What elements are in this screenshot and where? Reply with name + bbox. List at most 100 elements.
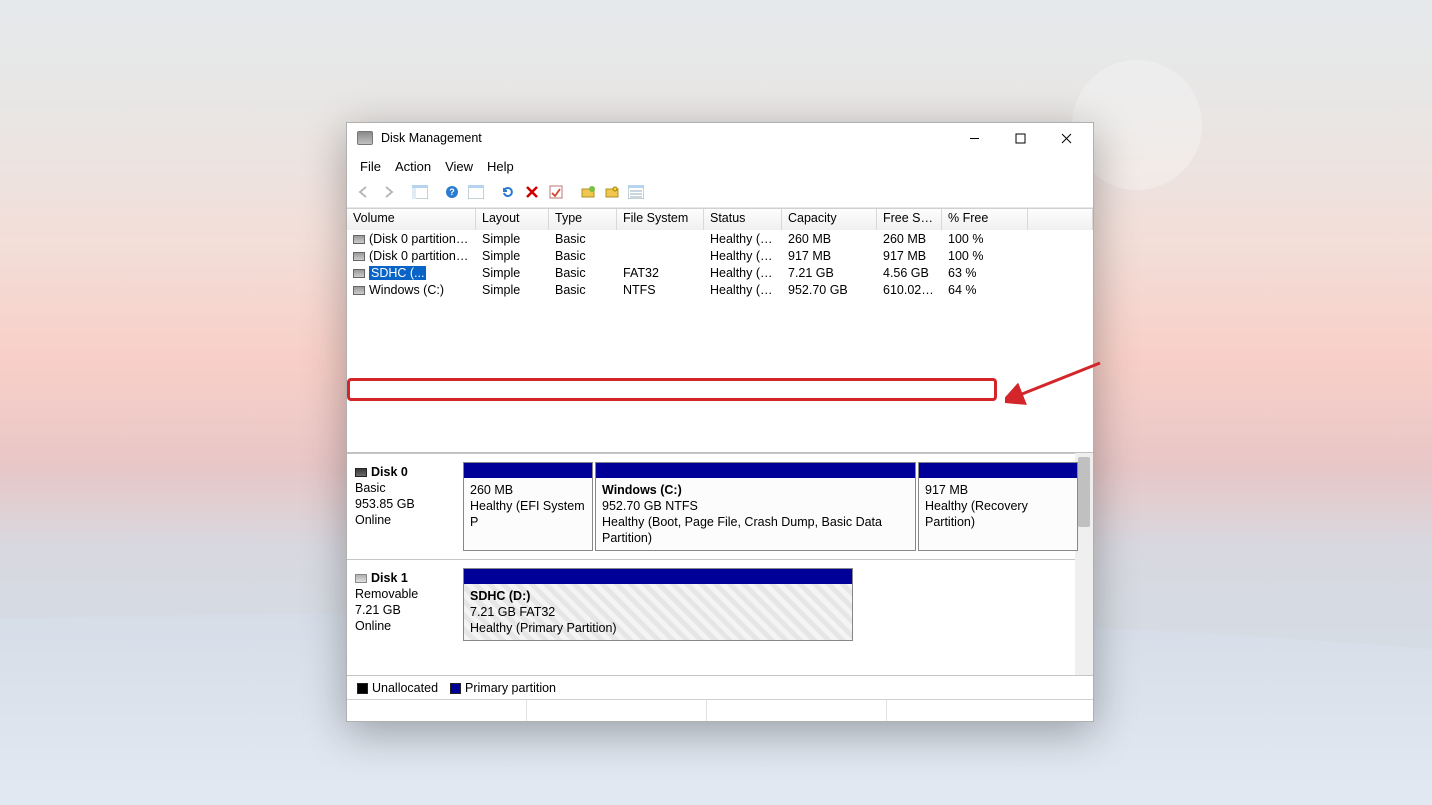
volume-name: Windows (C:)	[369, 283, 444, 297]
partition-status: Healthy (Boot, Page File, Crash Dump, Ba…	[602, 514, 909, 546]
volume-name: (Disk 0 partition 4)	[369, 249, 470, 263]
cell-layout: Simple	[476, 232, 549, 246]
cell-type: Basic	[549, 232, 617, 246]
menu-help[interactable]: Help	[480, 155, 521, 178]
maximize-button[interactable]	[997, 123, 1043, 153]
cell-layout: Simple	[476, 249, 549, 263]
col-status[interactable]: Status	[704, 209, 782, 230]
minimize-button[interactable]	[951, 123, 997, 153]
col-pctfree[interactable]: % Free	[942, 209, 1028, 230]
volume-list-header: Volume Layout Type File System Status Ca…	[347, 208, 1093, 230]
legend: Unallocated Primary partition	[347, 675, 1093, 699]
cell-type: Basic	[549, 266, 617, 280]
cell-layout: Simple	[476, 266, 549, 280]
legend-primary: Primary partition	[450, 681, 556, 695]
partition[interactable]: 260 MBHealthy (EFI System P	[463, 462, 593, 551]
drive-icon	[353, 252, 365, 261]
menu-view[interactable]: View	[438, 155, 480, 178]
col-filesystem[interactable]: File System	[617, 209, 704, 230]
swatch-unallocated-icon	[357, 683, 368, 694]
cell-free: 917 MB	[877, 249, 942, 263]
partition-size: 7.21 GB FAT32	[470, 604, 846, 620]
partitions: 260 MBHealthy (EFI System PWindows (C:)9…	[463, 462, 1087, 551]
partition-size: 260 MB	[470, 482, 586, 498]
toolbar-settings[interactable]	[465, 182, 487, 202]
titlebar[interactable]: Disk Management	[347, 123, 1093, 153]
partition-stripe	[919, 463, 1077, 478]
disk-info: Disk 1Removable7.21 GBOnline	[353, 568, 463, 641]
partition-status: Healthy (Recovery Partition)	[925, 498, 1071, 530]
drive-icon	[353, 286, 365, 295]
cell-layout: Simple	[476, 283, 549, 297]
toolbar-folder-new[interactable]	[577, 182, 599, 202]
volume-row[interactable]: Windows (C:)SimpleBasicNTFSHealthy (B...…	[347, 281, 1093, 298]
menu-action[interactable]: Action	[388, 155, 438, 178]
swatch-primary-icon	[450, 683, 461, 694]
col-layout[interactable]: Layout	[476, 209, 549, 230]
volume-name: SDHC (...	[369, 266, 426, 280]
partition[interactable]: Windows (C:)952.70 GB NTFSHealthy (Boot,…	[595, 462, 916, 551]
disk-icon	[355, 468, 367, 477]
cell-status: Healthy (P...	[704, 266, 782, 280]
cell-status: Healthy (R...	[704, 249, 782, 263]
partition-stripe	[464, 569, 852, 584]
cell-pctfree: 64 %	[942, 283, 1028, 297]
disk-graphical-view: Disk 0Basic953.85 GBOnline260 MBHealthy …	[347, 453, 1093, 675]
disk-state: Online	[355, 618, 461, 634]
disk-management-icon	[357, 131, 373, 145]
window-title: Disk Management	[381, 131, 951, 145]
cell-pctfree: 100 %	[942, 249, 1028, 263]
cell-capacity: 952.70 GB	[782, 283, 877, 297]
partition-name: Windows (C:)	[602, 482, 909, 498]
svg-text:?: ?	[449, 187, 455, 197]
close-button[interactable]	[1043, 123, 1089, 153]
disk-size: 953.85 GB	[355, 496, 461, 512]
volume-row[interactable]: (Disk 0 partition 1) SimpleBasic Healthy (…	[347, 230, 1093, 247]
toolbar-properties[interactable]	[545, 182, 567, 202]
partition-name: SDHC (D:)	[470, 588, 846, 604]
disk-block-disk0: Disk 0Basic953.85 GBOnline260 MBHealthy …	[347, 453, 1093, 559]
col-spacer	[1028, 209, 1093, 230]
partition-stripe	[596, 463, 915, 478]
partition[interactable]: 917 MBHealthy (Recovery Partition)	[918, 462, 1078, 551]
partition-status: Healthy (EFI System P	[470, 498, 586, 530]
col-freespace[interactable]: Free Sp...	[877, 209, 942, 230]
toolbar: ?	[347, 180, 1093, 208]
disk-name: Disk 1	[371, 571, 408, 585]
toolbar-folder-key[interactable]	[601, 182, 623, 202]
volume-name: (Disk 0 partition 1)	[369, 232, 470, 246]
cell-pctfree: 63 %	[942, 266, 1028, 280]
col-capacity[interactable]: Capacity	[782, 209, 877, 230]
toolbar-list-view[interactable]	[625, 182, 647, 202]
volume-list: Volume Layout Type File System Status Ca…	[347, 208, 1093, 453]
cell-free: 260 MB	[877, 232, 942, 246]
statusbar	[347, 699, 1093, 721]
toolbar-help[interactable]: ?	[441, 182, 463, 202]
disk-kind: Basic	[355, 480, 461, 496]
disk-kind: Removable	[355, 586, 461, 602]
cell-type: Basic	[549, 249, 617, 263]
menu-file[interactable]: File	[353, 155, 388, 178]
cell-fs: FAT32	[617, 266, 704, 280]
toolbar-delete[interactable]	[521, 182, 543, 202]
toolbar-refresh[interactable]	[497, 182, 519, 202]
disk-state: Online	[355, 512, 461, 528]
disk-info: Disk 0Basic953.85 GBOnline	[353, 462, 463, 551]
disk-size: 7.21 GB	[355, 602, 461, 618]
drive-icon	[353, 269, 365, 278]
cell-status: Healthy (E...	[704, 232, 782, 246]
col-type[interactable]: Type	[549, 209, 617, 230]
disk-name: Disk 0	[371, 465, 408, 479]
drive-icon	[353, 235, 365, 244]
volume-row[interactable]: SDHC (...SimpleBasicFAT32Healthy (P...7.…	[347, 264, 1093, 281]
toolbar-show-hide-tree[interactable]	[409, 182, 431, 202]
cell-pctfree: 100 %	[942, 232, 1028, 246]
legend-unallocated: Unallocated	[357, 681, 438, 695]
cell-type: Basic	[549, 283, 617, 297]
partitions: SDHC (D:)7.21 GB FAT32Healthy (Primary P…	[463, 568, 1087, 641]
cell-free: 4.56 GB	[877, 266, 942, 280]
col-volume[interactable]: Volume	[347, 209, 476, 230]
volume-row[interactable]: (Disk 0 partition 4) SimpleBasic Healthy (…	[347, 247, 1093, 264]
menubar: File Action View Help	[347, 153, 1093, 180]
partition[interactable]: SDHC (D:)7.21 GB FAT32Healthy (Primary P…	[463, 568, 853, 641]
